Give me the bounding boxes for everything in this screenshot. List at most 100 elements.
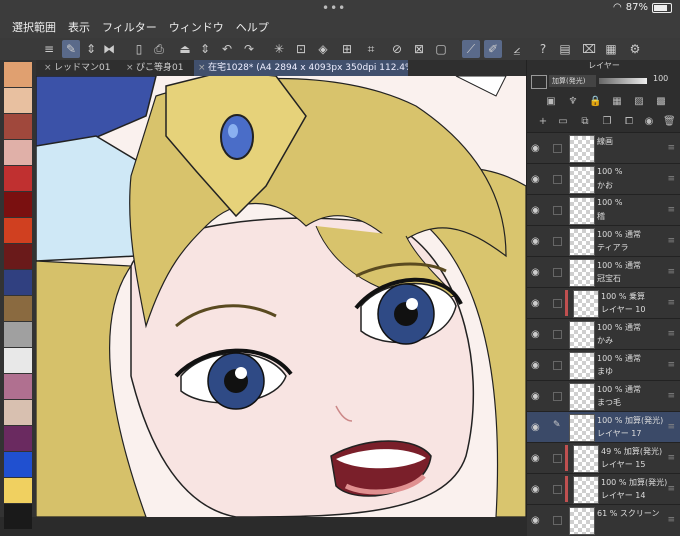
crop-icon[interactable]: ⌗ [362, 40, 380, 58]
layer-checkbox[interactable] [553, 361, 562, 370]
visibility-eye-icon[interactable]: ◉ [531, 205, 540, 216]
visibility-eye-icon[interactable]: ◉ [531, 267, 540, 278]
drag-handle-icon[interactable]: ≡ [667, 391, 675, 401]
visibility-eye-icon[interactable]: ◉ [531, 453, 540, 464]
layer-property-icon[interactable]: ▤ [556, 40, 574, 58]
menu-select[interactable]: 選択範囲 [12, 19, 56, 35]
layer-row[interactable]: ◉ 線画 ≡ [527, 132, 680, 164]
visibility-eye-icon[interactable]: ◉ [531, 484, 540, 495]
layer-checkbox[interactable] [553, 206, 562, 215]
merge-icon[interactable]: ⧉ [579, 116, 591, 128]
color-swatch[interactable] [4, 374, 32, 399]
color-swatch[interactable] [4, 88, 32, 113]
visibility-eye-icon[interactable]: ◉ [531, 391, 540, 402]
drag-handle-icon[interactable]: ≡ [667, 484, 675, 494]
color-swatch[interactable] [4, 270, 32, 295]
lock-icon[interactable]: ⌧ [580, 40, 598, 58]
menu-help[interactable]: ヘルプ [236, 19, 269, 35]
material-icon[interactable]: ▦ [602, 40, 620, 58]
color-swatch[interactable] [4, 296, 32, 321]
copy-layer-icon[interactable]: ❐ [601, 116, 613, 128]
layer-row[interactable]: ◉ 100 % 通常 かみ ≡ [527, 318, 680, 350]
color-swatch[interactable] [4, 114, 32, 139]
stroke-icon[interactable]: ⦤ [508, 40, 526, 58]
layer-row[interactable]: ◉ 100 % 通常 まゆ ≡ [527, 349, 680, 381]
deselect-icon[interactable]: ⊘ [388, 40, 406, 58]
visibility-eye-icon[interactable]: ◉ [531, 236, 540, 247]
drag-handle-icon[interactable]: ≡ [667, 174, 675, 184]
multitask-dots-icon[interactable]: ••• [322, 1, 346, 15]
drag-handle-icon[interactable]: ≡ [667, 205, 675, 215]
color-swatch[interactable] [4, 218, 32, 243]
drag-handle-icon[interactable]: ≡ [667, 267, 675, 277]
drag-handle-icon[interactable]: ≡ [667, 143, 675, 153]
visibility-eye-icon[interactable]: ◉ [531, 329, 540, 340]
close-icon[interactable]: × [126, 60, 134, 76]
layer-row[interactable]: ◉ 100 % 加算(発光) レイヤー 14 ≡ [527, 473, 680, 505]
hamburger-menu-icon[interactable]: ≡ [40, 40, 58, 58]
color-swatch[interactable] [4, 400, 32, 425]
drag-handle-icon[interactable]: ≡ [667, 298, 675, 308]
ruler-icon[interactable]: ▩ [655, 96, 667, 108]
duplicate-icon[interactable]: ⧠ [623, 116, 635, 128]
layer-row[interactable]: ◉ 61 % スクリーン ≡ [527, 504, 680, 536]
layer-checkbox[interactable] [553, 485, 562, 494]
new-file-icon[interactable]: ▯ [130, 40, 148, 58]
color-swatch[interactable] [4, 322, 32, 347]
help-icon[interactable]: ? [534, 40, 552, 58]
tab-document-1[interactable]: × レッドマン01 [40, 60, 134, 76]
layer-row[interactable]: ◉ 100 % 通常 ティアラ ≡ [527, 225, 680, 257]
drag-handle-icon[interactable]: ≡ [667, 453, 675, 463]
visibility-eye-icon[interactable]: ◉ [531, 422, 540, 433]
menu-filter[interactable]: フィルター [102, 19, 157, 35]
clear-icon[interactable]: ✳ [270, 40, 288, 58]
opacity-slider[interactable] [599, 78, 647, 84]
layer-row[interactable]: ◉ 100 % 乗算 レイヤー 10 ≡ [527, 287, 680, 319]
color-swatch[interactable] [4, 426, 32, 451]
layer-row[interactable]: ◉ 49 % 加算(発光) レイヤー 15 ≡ [527, 442, 680, 474]
drawing-canvas[interactable] [36, 76, 526, 517]
undo-icon[interactable]: ↶ [218, 40, 236, 58]
drag-handle-icon[interactable]: ≡ [667, 329, 675, 339]
color-swatch[interactable] [4, 192, 32, 217]
pen-tool-icon[interactable]: ✎ [62, 40, 80, 58]
visibility-eye-icon[interactable]: ◉ [531, 143, 540, 154]
open-file-icon[interactable]: ⎙ [150, 40, 168, 58]
color-swatch[interactable] [4, 62, 32, 87]
mask-icon[interactable]: ▨ [633, 96, 645, 108]
visibility-eye-icon[interactable]: ◉ [531, 360, 540, 371]
layer-color-toggle[interactable] [531, 75, 547, 89]
tab-document-3[interactable]: × 在宅1028* (A4 2894 x 4093px 350dpi 112.4%… [194, 60, 408, 76]
visibility-eye-icon[interactable]: ◉ [531, 298, 540, 309]
ruler-pen-icon[interactable]: ⟋ [462, 40, 480, 58]
color-swatch[interactable] [4, 140, 32, 165]
blend-mode-select[interactable]: 加算(発光) [549, 75, 596, 87]
layer-row[interactable]: ◉ 100 % 通常 まつ毛 ≡ [527, 380, 680, 412]
color-swatch[interactable] [4, 166, 32, 191]
mask-add-icon[interactable]: ◉ [643, 116, 655, 128]
chevron-updown-icon-2[interactable]: ⇕ [196, 40, 214, 58]
pen-edit-icon[interactable]: ✎ [553, 420, 561, 430]
color-swatch[interactable] [4, 452, 32, 477]
layer-row[interactable]: ◉ 100 % かお ≡ [527, 163, 680, 195]
layer-checkbox[interactable] [553, 268, 562, 277]
layer-checkbox[interactable] [553, 516, 562, 525]
drag-handle-icon[interactable]: ≡ [667, 422, 675, 432]
close-icon[interactable]: × [44, 60, 52, 76]
settings-icon[interactable]: ⚙ [626, 40, 644, 58]
new-layer-icon[interactable]: + [537, 116, 549, 128]
color-swatch[interactable] [4, 478, 32, 503]
clip-icon[interactable]: ▣ [545, 96, 557, 108]
lock-icon[interactable]: 🔒 [589, 96, 601, 108]
select-all-icon[interactable]: ⊞ [338, 40, 356, 58]
lock-transparency-icon[interactable]: ▦ [611, 96, 623, 108]
reference-icon[interactable]: ♆ [567, 96, 579, 108]
layer-checkbox[interactable] [553, 392, 562, 401]
color-swatch[interactable] [4, 244, 32, 269]
opacity-value[interactable]: 100 [653, 74, 668, 83]
menu-view[interactable]: 表示 [68, 19, 90, 35]
menu-window[interactable]: ウィンドウ [169, 19, 224, 35]
color-swatch[interactable] [4, 348, 32, 373]
fill-icon[interactable]: ◈ [314, 40, 332, 58]
chevron-updown-icon[interactable]: ⇕ [82, 40, 100, 58]
